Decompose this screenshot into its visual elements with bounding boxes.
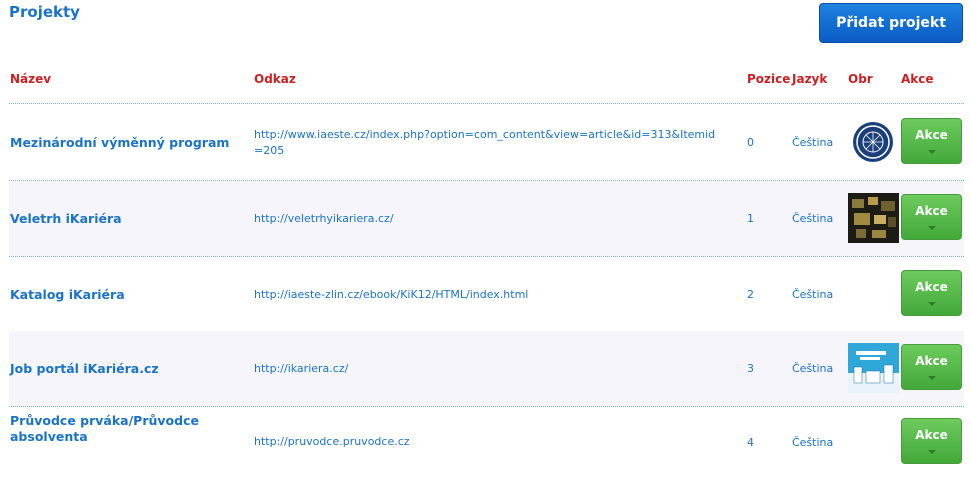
project-language: Čeština — [792, 136, 834, 149]
project-position: 2 — [747, 288, 754, 301]
caret-down-icon — [927, 302, 936, 306]
project-position: 4 — [747, 435, 754, 449]
header-divider — [9, 103, 964, 104]
project-url-link[interactable]: http://iaeste-zlin.cz/ebook/KiK12/HTML/i… — [254, 257, 724, 332]
pruvodce-cover-thumbnail — [848, 343, 899, 393]
project-name-link[interactable]: Job portál iKariéra.cz — [10, 331, 240, 406]
project-language: Čeština — [792, 212, 834, 225]
row-actions-label: Akce — [915, 428, 948, 442]
veletrh-photo-thumbnail — [848, 193, 899, 243]
table-row: Katalog iKariéra http://iaeste-zlin.cz/e… — [9, 257, 964, 333]
page-title: Projekty — [9, 3, 80, 21]
row-actions-label: Akce — [915, 354, 948, 368]
column-header-position[interactable]: Pozice — [747, 72, 790, 86]
row-actions-dropdown-button[interactable]: Akce — [901, 118, 962, 164]
project-url-link[interactable]: http://pruvodce.pruvodce.cz — [254, 406, 724, 478]
caret-down-icon — [927, 226, 936, 230]
column-header-language[interactable]: Jazyk — [792, 72, 827, 86]
caret-down-icon — [927, 150, 936, 154]
row-actions-label: Akce — [915, 128, 948, 142]
row-actions-label: Akce — [915, 204, 948, 218]
project-position: 1 — [747, 212, 754, 225]
project-name-link[interactable]: Katalog iKariéra — [10, 257, 240, 332]
add-project-button[interactable]: Přidat projekt — [819, 3, 963, 43]
table-row: Veletrh iKariéra http://veletrhyikariera… — [9, 181, 964, 257]
table-row: Průvodce prváka/Průvodce absolventa http… — [9, 406, 964, 481]
project-name-link[interactable]: Veletrh iKariéra — [10, 181, 240, 256]
column-header-image: Obr — [848, 72, 873, 86]
row-actions-label: Akce — [915, 280, 948, 294]
project-language: Čeština — [792, 435, 834, 449]
row-actions-dropdown-button[interactable]: Akce — [901, 418, 962, 464]
project-name-link[interactable]: Průvodce prváka/Průvodce absolventa — [10, 406, 240, 481]
project-url-link[interactable]: http://www.iaeste.cz/index.php?option=co… — [254, 105, 724, 180]
project-language: Čeština — [792, 288, 834, 301]
project-url-link[interactable]: http://ikariera.cz/ — [254, 331, 724, 406]
project-url-link[interactable]: http://veletrhyikariera.cz/ — [254, 181, 724, 256]
column-header-actions: Akce — [901, 72, 934, 86]
project-name-link[interactable]: Mezinárodní výměnný program — [10, 105, 240, 180]
table-row: Mezinárodní výměnný program http://www.i… — [9, 105, 964, 181]
project-position: 0 — [747, 136, 754, 149]
column-header-link[interactable]: Odkaz — [254, 72, 296, 86]
project-language: Čeština — [792, 362, 834, 375]
column-header-name[interactable]: Název — [10, 72, 51, 86]
iaeste-logo-thumbnail — [853, 122, 893, 162]
caret-down-icon — [927, 450, 936, 454]
row-actions-dropdown-button[interactable]: Akce — [901, 344, 962, 390]
caret-down-icon — [927, 376, 936, 380]
table-row: Job portál iKariéra.cz http://ikariera.c… — [9, 331, 964, 407]
row-actions-dropdown-button[interactable]: Akce — [901, 194, 962, 240]
project-position: 3 — [747, 362, 754, 375]
row-actions-dropdown-button[interactable]: Akce — [901, 270, 962, 316]
